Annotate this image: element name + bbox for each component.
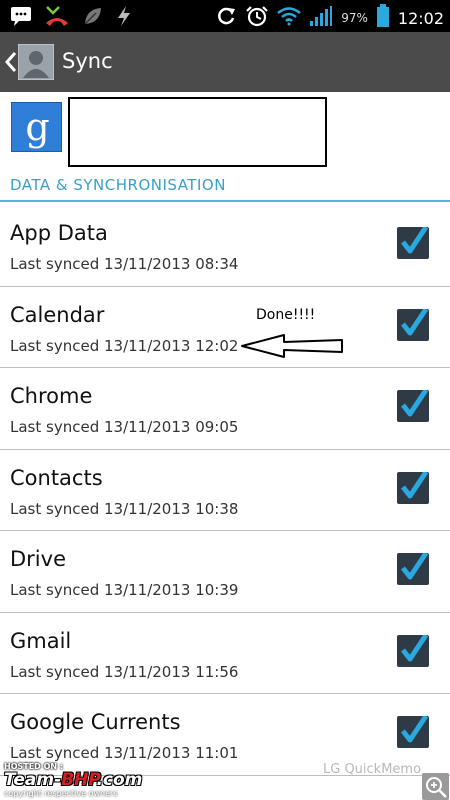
sync-item-status: Last synced 13/11/2013 10:39 [10, 581, 239, 599]
sync-item-status: Last synced 13/11/2013 11:01 [10, 744, 239, 762]
battery-icon [376, 4, 390, 32]
watermark-team-text: Team- [4, 770, 62, 790]
sync-item-drive[interactable]: Drive Last synced 13/11/2013 10:39 [0, 531, 450, 613]
sync-checkbox[interactable] [397, 714, 429, 748]
sync-item-status: Last synced 13/11/2013 10:38 [10, 499, 239, 518]
sync-checkbox[interactable] [397, 551, 429, 585]
sync-checkbox[interactable] [397, 470, 429, 504]
sync-item-name: Chrome [10, 384, 93, 408]
account-avatar-icon [17, 43, 55, 81]
section-divider [0, 200, 450, 202]
sync-item-status: Last synced 13/11/2013 12:02 [10, 336, 239, 355]
zoom-button[interactable] [422, 773, 449, 800]
watermark-dotcom-text: .com [96, 770, 143, 790]
sync-list: App Data Last synced 13/11/2013 08:34 Ca… [0, 205, 450, 776]
sync-item-status: Last synced 13/11/2013 09:05 [10, 418, 239, 436]
section-header: DATA & SYNCHRONISATION [10, 176, 226, 194]
page-title: Sync [62, 49, 113, 73]
clock: 12:02 [397, 8, 444, 28]
account-header: g [0, 92, 450, 172]
sync-item-name: Google Currents [10, 710, 181, 734]
sync-item-name: Contacts [10, 465, 103, 490]
sync-item-status: Last synced 13/11/2013 11:56 [10, 662, 239, 681]
redacted-account-name [68, 97, 327, 167]
battery-percent: 97% [341, 11, 368, 25]
sync-checkbox[interactable] [397, 225, 429, 259]
sync-item-gmail[interactable]: Gmail Last synced 13/11/2013 11:56 [0, 613, 450, 694]
quickmemo-watermark: LG QuickMemo [323, 762, 422, 777]
annotation-text: Done!!!! [256, 307, 316, 323]
sync-icon [215, 5, 237, 31]
leaf-icon [82, 5, 104, 31]
watermark-copyright: copyright respective owners [4, 789, 118, 798]
google-logo-icon: g [11, 102, 62, 152]
sync-item-name: Calendar [10, 302, 105, 327]
sync-item-app-data[interactable]: App Data Last synced 13/11/2013 08:34 [0, 205, 450, 287]
annotation-arrow-icon [240, 333, 346, 359]
message-icon [10, 6, 32, 30]
sync-item-name: App Data [10, 221, 108, 245]
back-chevron-icon[interactable] [4, 50, 18, 74]
status-bar: 97% 12:02 [0, 0, 450, 32]
sync-item-name: Gmail [10, 628, 72, 653]
flash-icon [116, 5, 132, 31]
sync-item-status: Last synced 13/11/2013 08:34 [10, 255, 239, 273]
wifi-icon [277, 6, 302, 30]
sync-checkbox[interactable] [397, 633, 429, 667]
action-bar: Sync [0, 32, 450, 92]
watermark-logo: Team-BHP.com [4, 770, 142, 790]
sync-checkbox[interactable] [397, 307, 429, 341]
sync-item-name: Drive [10, 547, 66, 571]
sync-item-chrome[interactable]: Chrome Last synced 13/11/2013 09:05 [0, 368, 450, 450]
missed-call-icon [44, 5, 70, 31]
sync-item-calendar[interactable]: Calendar Last synced 13/11/2013 12:02 [0, 287, 450, 368]
signal-icon [309, 5, 333, 31]
alarm-icon [245, 5, 269, 31]
watermark-bhp-text: BHP [61, 770, 97, 790]
sync-item-contacts[interactable]: Contacts Last synced 13/11/2013 10:38 [0, 450, 450, 531]
sync-checkbox[interactable] [397, 388, 429, 422]
